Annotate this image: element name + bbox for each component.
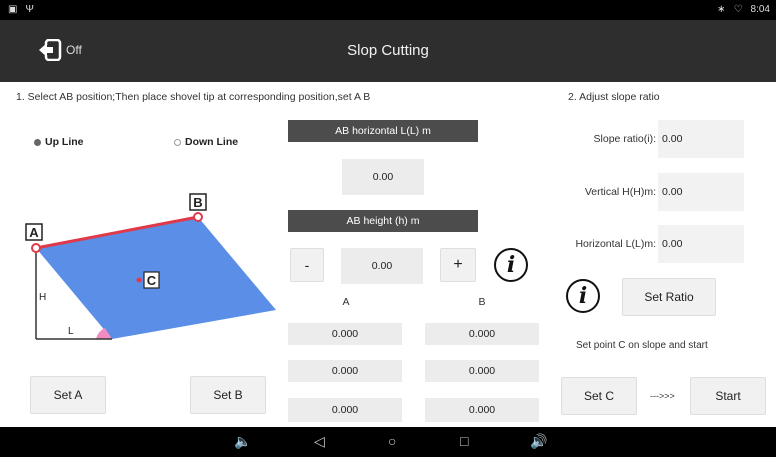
column-b-header: B	[478, 296, 486, 308]
radio-selected-icon	[34, 138, 41, 146]
start-button[interactable]: Start	[690, 377, 766, 415]
volume-down-icon[interactable]: 🔈	[234, 433, 251, 450]
row1-a-value: 0.000	[288, 323, 402, 345]
page-title: Slop Cutting	[347, 42, 429, 59]
notification-icon: ▣	[8, 4, 18, 15]
set-a-button[interactable]: Set A	[30, 376, 106, 414]
status-bar: ▣ Ψ ∗ ♡ 8:04	[0, 0, 776, 20]
down-line-label: Down Line	[185, 136, 239, 148]
label-a: A	[29, 225, 39, 240]
arrow-indicator: --->>>	[650, 391, 675, 401]
radio-unselected-icon	[174, 138, 181, 146]
label-c: C	[147, 273, 157, 288]
volume-up-icon[interactable]: 🔊	[530, 433, 547, 450]
point-b-marker	[193, 212, 203, 222]
info-icon[interactable]: i	[494, 248, 528, 282]
up-line-radio[interactable]: Up Line	[34, 136, 84, 148]
bluetooth-icon: ∗	[717, 4, 726, 15]
step1-instruction: 1. Select AB position;Then place shovel …	[16, 91, 371, 103]
down-line-radio[interactable]: Down Line	[174, 136, 238, 148]
main-content: 1. Select AB position;Then place shovel …	[0, 82, 776, 427]
point-c-instruction: Set point C on slope and start	[576, 340, 708, 351]
step2-title: 2. Adjust slope ratio	[568, 91, 660, 103]
vertical-input[interactable]: 0.00	[658, 173, 744, 211]
up-line-label: Up Line	[45, 136, 84, 148]
back-nav-icon[interactable]: ◁	[314, 433, 325, 450]
slope-ratio-label: Slope ratio(i):	[593, 133, 656, 145]
home-nav-icon[interactable]: ○	[388, 433, 396, 449]
vertical-label: Vertical H(H)m:	[584, 186, 656, 198]
label-h: H	[39, 292, 46, 303]
navigation-bar: 🔈 ◁ ○ □ 🔊	[0, 427, 776, 457]
ab-horizontal-label: AB horizontal L(L) m	[288, 120, 478, 142]
label-l: L	[68, 326, 74, 337]
set-b-button[interactable]: Set B	[190, 376, 266, 414]
ab-height-value: 0.00	[341, 248, 423, 284]
ratio-info-icon[interactable]: i	[566, 279, 600, 313]
column-a-header: A	[342, 296, 350, 308]
row3-a-value: 0.000	[288, 398, 402, 422]
row1-b-value: 0.000	[425, 323, 539, 345]
slope-diagram: A B C H L	[25, 193, 276, 340]
point-c-marker	[136, 277, 142, 283]
slope-ratio-input[interactable]: 0.00	[658, 120, 744, 158]
wifi-icon: ♡	[733, 4, 743, 15]
set-c-button[interactable]: Set C	[561, 377, 637, 415]
row2-a-value: 0.000	[288, 360, 402, 382]
set-ratio-button[interactable]: Set Ratio	[622, 278, 716, 316]
row3-b-value: 0.000	[425, 398, 539, 422]
title-bar: Off Slop Cutting	[0, 20, 776, 82]
row2-b-value: 0.000	[425, 360, 539, 382]
increase-height-button[interactable]: +	[440, 248, 476, 282]
label-b: B	[193, 195, 202, 210]
usb-icon: Ψ	[25, 4, 34, 15]
ab-height-label: AB height (h) m	[288, 210, 478, 232]
clock: 8:04	[750, 4, 770, 15]
decrease-height-button[interactable]: -	[290, 248, 324, 282]
horizontal-label: Horizontal L(L)m:	[575, 238, 656, 250]
recent-apps-icon[interactable]: □	[460, 433, 468, 449]
ab-horizontal-value: 0.00	[342, 159, 424, 195]
point-a-marker	[31, 243, 41, 253]
horizontal-input[interactable]: 0.00	[658, 225, 744, 263]
